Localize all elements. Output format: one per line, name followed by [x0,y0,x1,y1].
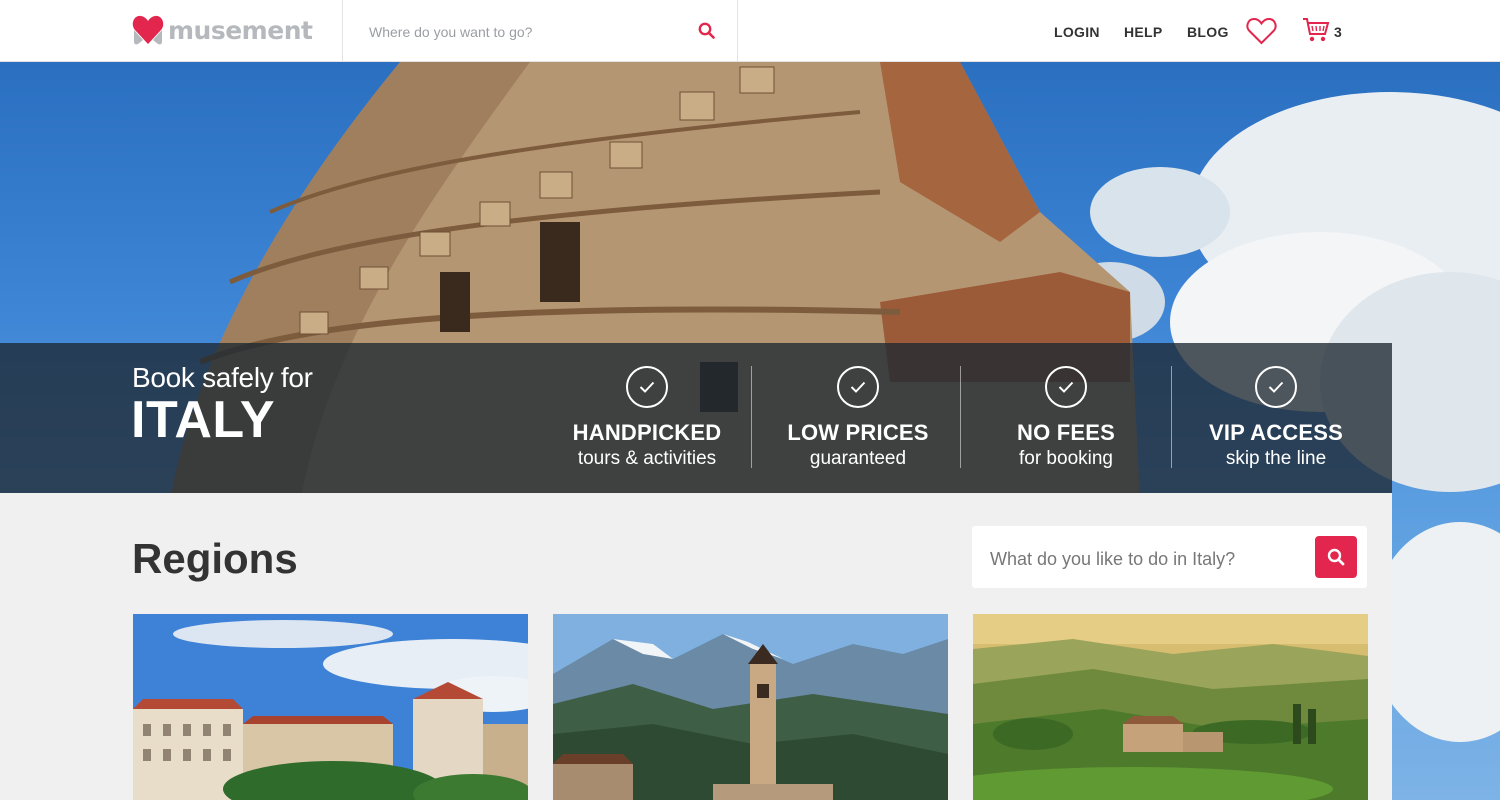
banner-country: ITALY [131,391,276,449]
destination-search-input[interactable] [367,20,681,44]
heart-logo-icon [132,15,164,45]
cart-icon[interactable] [1302,16,1330,49]
header-search [342,0,738,62]
check-icon [1255,366,1297,408]
blog-link[interactable]: BLOG [1187,24,1229,40]
login-link[interactable]: LOGIN [1054,24,1100,40]
help-link[interactable]: HELP [1124,24,1163,40]
feature-handpicked: HANDPICKED tours & activities [547,366,747,470]
activity-search-input[interactable] [988,546,1302,572]
activity-search-button[interactable] [1315,536,1357,578]
region-image [553,614,948,800]
feature-no-fees: NO FEES for booking [966,366,1166,470]
feature-subtitle: guaranteed [809,448,907,469]
feature-vip-access: VIP ACCESS skip the line [1176,366,1376,470]
musement-logo[interactable]: musement [132,14,313,46]
feature-divider [751,366,752,468]
feature-title: LOW PRICES [787,420,929,445]
feature-divider [1171,366,1172,468]
feature-low-prices: LOW PRICES guaranteed [758,366,958,470]
logo-text: musement [168,15,313,45]
region-card[interactable] [553,614,948,800]
feature-divider [960,366,961,468]
check-icon [837,366,879,408]
region-card[interactable] [133,614,528,800]
feature-subtitle: for booking [1018,448,1113,469]
region-image [133,614,528,800]
check-icon [1045,366,1087,408]
feature-title: NO FEES [1017,420,1115,445]
feature-title: HANDPICKED [572,420,722,445]
check-icon [626,366,668,408]
search-icon[interactable] [698,22,715,44]
region-image [973,614,1368,800]
top-header: musement LOGIN HELP BLOG 3 [0,0,1500,62]
regions-title: Regions [132,535,298,582]
region-card[interactable] [973,614,1368,800]
search-icon [1327,548,1345,566]
feature-title: VIP ACCESS [1208,420,1344,445]
cart-count-badge[interactable]: 3 [1334,24,1342,40]
heart-icon[interactable] [1246,17,1277,50]
activity-search [972,526,1367,588]
feature-subtitle: tours & activities [577,448,717,469]
feature-subtitle: skip the line [1225,448,1327,469]
